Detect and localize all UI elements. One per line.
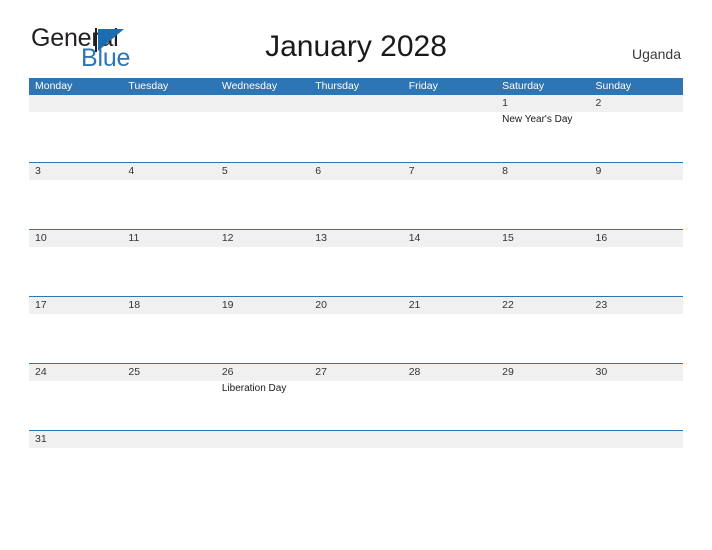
day-number: 16 xyxy=(595,232,608,244)
weekday-header-friday: Friday xyxy=(408,80,438,92)
day-cell[interactable]: 3 xyxy=(29,163,122,229)
day-cell[interactable]: 26 Liberation Day xyxy=(216,364,309,430)
day-cell[interactable] xyxy=(309,431,402,447)
day-cell[interactable]: 27 xyxy=(309,364,402,430)
day-number: 31 xyxy=(35,433,47,445)
day-cell[interactable] xyxy=(309,95,402,162)
day-number: 17 xyxy=(35,299,47,311)
day-cell[interactable]: 22 xyxy=(496,297,589,363)
day-number: 5 xyxy=(221,165,228,177)
day-number: 7 xyxy=(408,165,415,177)
day-number: 9 xyxy=(595,165,602,177)
week-row: 24 25 26 Liberation Day 27 28 29 30 xyxy=(29,363,683,430)
calendar-page: { "brand": { "name_top": "General", "nam… xyxy=(0,0,712,550)
day-cell[interactable]: 15 xyxy=(496,230,589,296)
day-number: 10 xyxy=(35,232,47,244)
day-number: 28 xyxy=(408,366,421,378)
day-cell[interactable]: 24 xyxy=(29,364,122,430)
day-cell[interactable] xyxy=(216,431,309,447)
day-cell[interactable]: 11 xyxy=(122,230,215,296)
day-number: 18 xyxy=(128,299,141,311)
day-number: 20 xyxy=(315,299,327,311)
page-header: General Blue January 2028 Uganda xyxy=(0,0,712,78)
day-cell[interactable]: 8 xyxy=(496,163,589,229)
week-row: 10 11 12 13 14 15 16 xyxy=(29,229,683,296)
day-number: 21 xyxy=(408,299,421,311)
day-cell[interactable]: 5 xyxy=(216,163,309,229)
day-number: 26 xyxy=(221,366,234,378)
week-row: 31 xyxy=(29,430,683,448)
day-cell[interactable] xyxy=(122,431,215,447)
day-number: 25 xyxy=(128,366,141,378)
day-cell[interactable]: 23 xyxy=(590,297,683,363)
calendar-grid: Monday Tuesday Wednesday Thursday Friday… xyxy=(29,78,683,448)
day-number: 13 xyxy=(315,232,327,244)
day-number: 12 xyxy=(221,232,234,244)
holiday-label: New Year's Day xyxy=(502,114,573,125)
day-cell[interactable] xyxy=(496,431,589,447)
weekday-header-sunday: Sunday xyxy=(595,80,632,92)
day-cell[interactable]: 16 xyxy=(590,230,683,296)
day-cell[interactable] xyxy=(403,431,496,447)
day-cell[interactable]: 4 xyxy=(122,163,215,229)
day-cell[interactable]: 21 xyxy=(403,297,496,363)
day-number: 22 xyxy=(502,299,514,311)
weekday-header-thursday: Thursday xyxy=(315,80,360,92)
day-cell[interactable]: 28 xyxy=(403,364,496,430)
day-cell[interactable]: 13 xyxy=(309,230,402,296)
day-cell[interactable]: 12 xyxy=(216,230,309,296)
day-cell[interactable]: 14 xyxy=(403,230,496,296)
day-cell[interactable] xyxy=(216,95,309,162)
day-number: 6 xyxy=(315,165,322,177)
day-cell[interactable]: 6 xyxy=(309,163,402,229)
day-number: 19 xyxy=(221,299,234,311)
day-cell[interactable]: 1 New Year's Day xyxy=(496,95,589,162)
day-cell[interactable]: 20 xyxy=(309,297,402,363)
country-label: Uganda xyxy=(631,46,681,62)
day-number: 3 xyxy=(35,165,41,177)
day-number: 8 xyxy=(502,165,508,177)
day-number: 15 xyxy=(502,232,514,244)
day-cell[interactable]: 10 xyxy=(29,230,122,296)
day-cell[interactable] xyxy=(122,95,215,162)
day-cell[interactable]: 19 xyxy=(216,297,309,363)
week-row: 17 18 19 20 21 22 23 xyxy=(29,296,683,363)
day-cell[interactable]: 2 xyxy=(590,95,683,162)
day-cell[interactable]: 9 xyxy=(590,163,683,229)
day-cell[interactable]: 7 xyxy=(403,163,496,229)
day-number: 24 xyxy=(35,366,47,378)
day-cell[interactable] xyxy=(29,95,122,162)
day-number: 29 xyxy=(502,366,514,378)
day-number: 4 xyxy=(128,165,135,177)
week-row: 3 4 5 6 7 8 9 xyxy=(29,162,683,229)
day-number: 2 xyxy=(595,97,602,109)
page-title: January 2028 xyxy=(265,30,447,63)
day-cell[interactable]: 30 xyxy=(590,364,683,430)
weekday-header-wednesday: Wednesday xyxy=(221,80,278,92)
day-number: 1 xyxy=(502,97,508,109)
day-number: 11 xyxy=(128,232,140,244)
day-number: 27 xyxy=(315,366,327,378)
day-cell[interactable] xyxy=(590,431,683,447)
day-cell[interactable] xyxy=(403,95,496,162)
weekday-header-monday: Monday xyxy=(35,80,73,92)
day-cell[interactable]: 17 xyxy=(29,297,122,363)
day-cell[interactable]: 18 xyxy=(122,297,215,363)
day-cell[interactable]: 29 xyxy=(496,364,589,430)
weekday-header-row: Monday Tuesday Wednesday Thursday Friday… xyxy=(29,78,683,95)
day-number: 30 xyxy=(595,366,608,378)
day-cell[interactable]: 31 xyxy=(29,431,122,447)
holiday-label: Liberation Day xyxy=(221,383,287,394)
weekday-header-tuesday: Tuesday xyxy=(128,80,169,92)
weekday-header-saturday: Saturday xyxy=(502,80,545,92)
day-number: 23 xyxy=(595,299,608,311)
day-number: 14 xyxy=(408,232,421,244)
week-row: 1 New Year's Day 2 xyxy=(29,95,683,162)
day-cell[interactable]: 25 xyxy=(122,364,215,430)
